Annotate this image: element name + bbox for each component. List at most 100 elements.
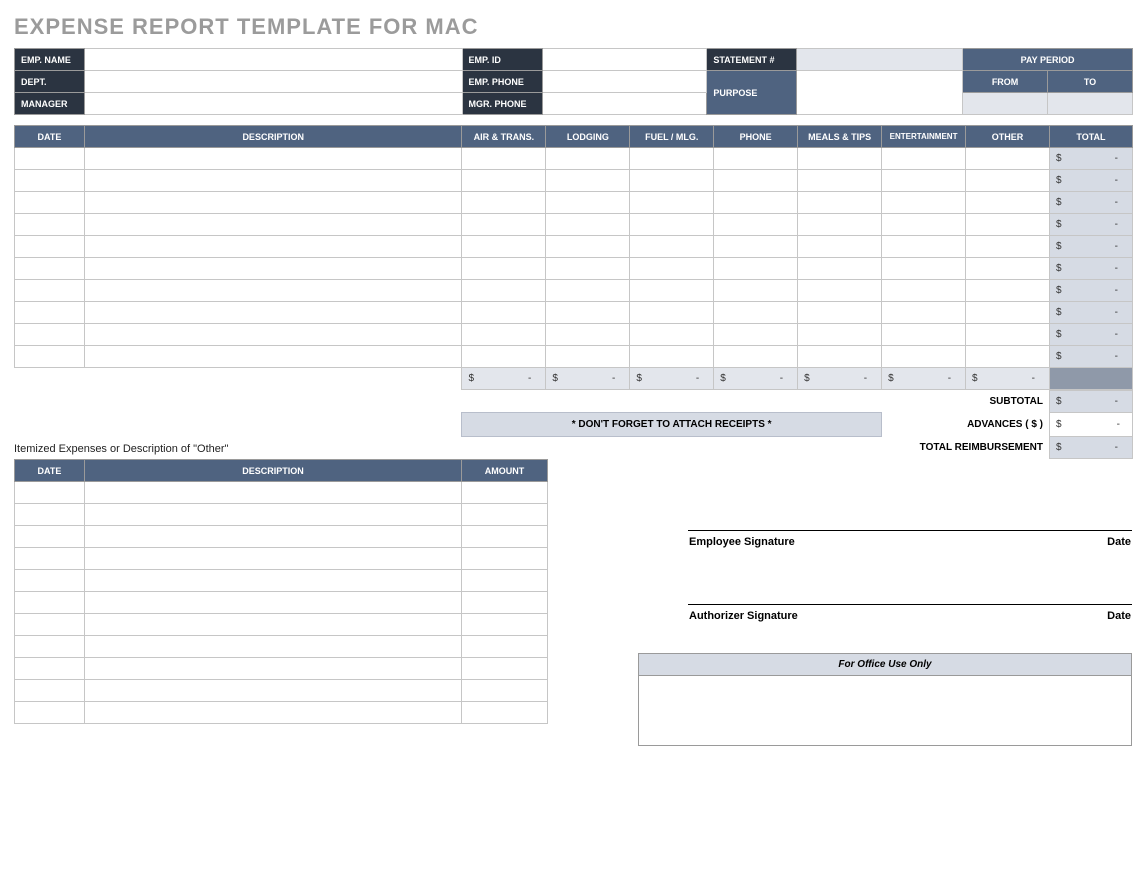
cell-input[interactable] [882,148,966,170]
cell-input[interactable] [84,148,462,170]
cell-input[interactable] [546,170,630,192]
cell-input[interactable] [882,280,966,302]
cell-input[interactable] [84,236,462,258]
cell-input[interactable] [966,214,1050,236]
cell-input[interactable] [882,258,966,280]
cell-input[interactable] [882,324,966,346]
cell-input[interactable] [462,214,546,236]
cell-input[interactable] [546,258,630,280]
cell-input[interactable] [462,658,548,680]
cell-input[interactable] [15,482,85,504]
cell-input[interactable] [882,214,966,236]
cell-input[interactable] [15,324,85,346]
cell-input[interactable] [798,192,882,214]
cell-input[interactable] [630,324,714,346]
cell-input[interactable] [15,258,85,280]
cell-input[interactable] [15,570,85,592]
cell-input[interactable] [84,170,462,192]
cell-input[interactable] [462,636,548,658]
cell-input[interactable] [84,482,461,504]
emp-id-field[interactable] [542,49,707,71]
cell-input[interactable] [462,592,548,614]
cell-input[interactable] [84,324,462,346]
cell-input[interactable] [714,324,798,346]
cell-input[interactable] [966,148,1050,170]
cell-input[interactable] [15,504,85,526]
cell-input[interactable] [630,258,714,280]
cell-input[interactable] [462,302,546,324]
cell-input[interactable] [630,170,714,192]
cell-input[interactable] [84,614,461,636]
cell-input[interactable] [462,702,548,724]
emp-phone-field[interactable] [542,71,707,93]
cell-input[interactable] [84,658,461,680]
cell-input[interactable] [798,280,882,302]
cell-input[interactable] [546,236,630,258]
cell-input[interactable] [462,192,546,214]
cell-input[interactable] [546,214,630,236]
cell-input[interactable] [714,236,798,258]
cell-input[interactable] [546,280,630,302]
cell-input[interactable] [15,346,85,368]
cell-input[interactable] [462,346,546,368]
cell-input[interactable] [462,570,548,592]
cell-input[interactable] [462,170,546,192]
office-use-body[interactable] [638,676,1132,746]
cell-input[interactable] [966,346,1050,368]
cell-input[interactable] [15,702,85,724]
cell-input[interactable] [462,526,548,548]
cell-input[interactable] [882,302,966,324]
cell-input[interactable] [630,236,714,258]
cell-input[interactable] [966,280,1050,302]
cell-input[interactable] [714,214,798,236]
cell-input[interactable] [462,280,546,302]
cell-input[interactable] [798,236,882,258]
cell-input[interactable] [630,214,714,236]
cell-input[interactable] [714,192,798,214]
cell-input[interactable] [15,680,85,702]
cell-input[interactable] [966,236,1050,258]
cell-input[interactable] [882,192,966,214]
cell-input[interactable] [462,236,546,258]
cell-input[interactable] [15,548,85,570]
cell-input[interactable] [714,280,798,302]
cell-input[interactable] [15,302,85,324]
manager-field[interactable] [84,93,462,115]
cell-input[interactable] [84,680,461,702]
cell-input[interactable] [15,214,85,236]
cell-input[interactable] [84,592,461,614]
cell-input[interactable] [84,702,461,724]
cell-input[interactable] [84,526,461,548]
cell-input[interactable] [15,592,85,614]
cell-input[interactable] [630,192,714,214]
cell-input[interactable] [966,258,1050,280]
cell-input[interactable] [15,192,85,214]
emp-name-field[interactable] [84,49,462,71]
cell-input[interactable] [546,346,630,368]
cell-input[interactable] [84,280,462,302]
cell-input[interactable] [15,526,85,548]
cell-input[interactable] [15,170,85,192]
cell-input[interactable] [714,170,798,192]
cell-input[interactable] [462,548,548,570]
cell-input[interactable] [462,680,548,702]
cell-input[interactable] [714,258,798,280]
cell-input[interactable] [15,614,85,636]
from-field[interactable] [963,93,1048,115]
cell-input[interactable] [882,236,966,258]
cell-input[interactable] [462,148,546,170]
cell-input[interactable] [798,214,882,236]
cell-input[interactable] [15,236,85,258]
cell-input[interactable] [462,614,548,636]
cell-input[interactable] [630,302,714,324]
cell-input[interactable] [462,324,546,346]
cell-input[interactable] [630,148,714,170]
cell-input[interactable] [882,346,966,368]
cell-input[interactable] [630,346,714,368]
cell-input[interactable] [84,258,462,280]
cell-input[interactable] [630,280,714,302]
cell-input[interactable] [462,482,548,504]
dept-field[interactable] [84,71,462,93]
cell-input[interactable] [84,504,461,526]
cell-input[interactable] [84,302,462,324]
